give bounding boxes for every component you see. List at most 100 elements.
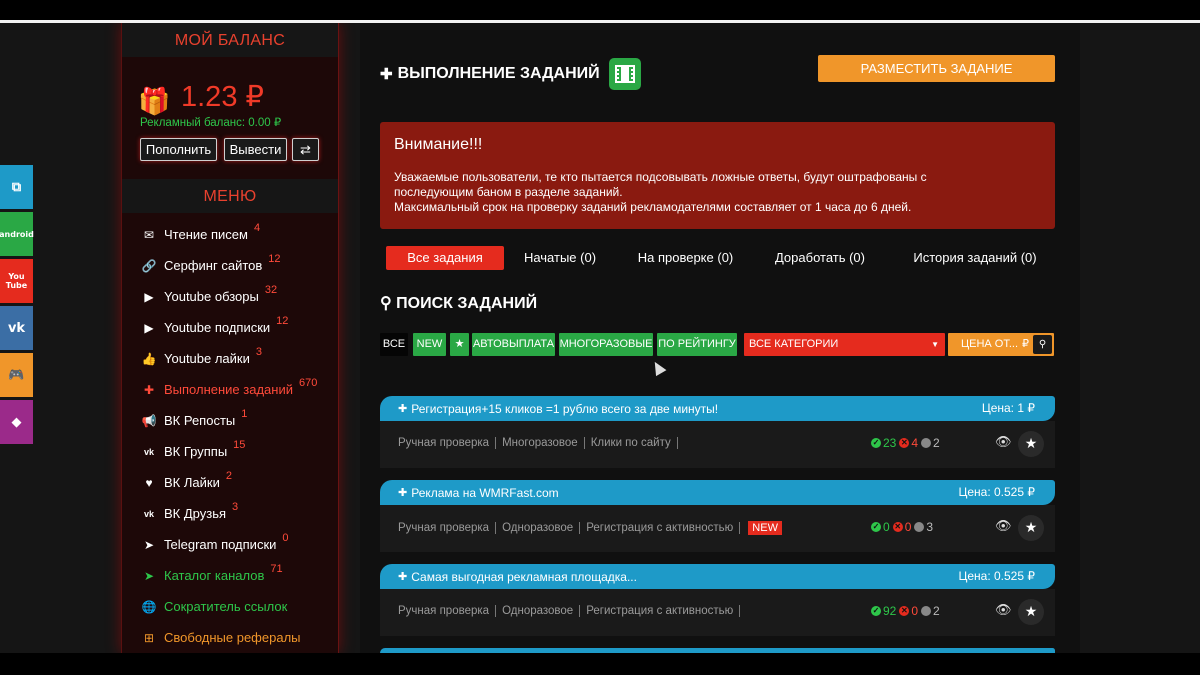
heart-icon: ♥: [145, 475, 153, 490]
task-title[interactable]: Реклама на WMRFast.com: [411, 486, 558, 500]
hide-eye-icon[interactable]: 👁: [995, 519, 1012, 534]
youtube-icon[interactable]: You Tube: [0, 259, 33, 303]
menu-title: МЕНЮ: [122, 179, 338, 213]
vk-icon: vk: [143, 446, 154, 457]
balance-amount: 1.23 ₽: [181, 81, 264, 113]
tab-history[interactable]: История заданий (0): [895, 246, 1055, 270]
place-task-button[interactable]: РАЗМЕСТИТЬ ЗАДАНИЕ: [818, 55, 1055, 82]
vk-icon[interactable]: vk: [0, 306, 33, 350]
menu-item-surfing[interactable]: 🔗 Серфинг сайтов 12: [122, 250, 338, 281]
menu-item-youtube-subs[interactable]: ▶ Youtube подписки 12: [122, 312, 338, 343]
menu-item-telegram[interactable]: ➤ Telegram подписки 0: [122, 529, 338, 560]
filter-reusable[interactable]: МНОГОРАЗОВЫЕ: [559, 333, 653, 356]
task-header[interactable]: ✚ Регистрация+15 кликов =1 рублю всего з…: [380, 396, 1055, 421]
pending-icon: [921, 438, 932, 448]
filter-by-rating[interactable]: ПО РЕЙТИНГУ: [657, 333, 737, 356]
task-title[interactable]: Регистрация+15 кликов =1 рублю всего за …: [411, 402, 718, 416]
main-content: ✚ ВЫПОЛНЕНИЕ ЗАДАНИЙ РАЗМЕСТИТЬ ЗАДАНИЕ …: [360, 23, 1080, 653]
notice-line: Уважаемые пользователи, те кто пытается …: [394, 170, 927, 184]
menu-item-vk-groups[interactable]: vk ВК Группы 15: [122, 436, 338, 467]
tab-on-review[interactable]: На проверке (0): [628, 246, 743, 270]
task-price: Цена: 0.525 ₽: [958, 569, 1035, 583]
puzzle-icon: ✚: [398, 571, 408, 583]
sitemap-icon: ⊞: [143, 630, 155, 645]
task-card[interactable]: ✚ Реклама на WMRFast.com Цена: 0.525 ₽ Р…: [380, 480, 1055, 552]
filter-new[interactable]: NEW: [413, 333, 446, 356]
film-icon[interactable]: [608, 58, 641, 90]
task-header[interactable]: ✚ Реклама на WMRFast.com Цена: 0.525 ₽: [380, 480, 1055, 505]
favorite-star-icon[interactable]: ★: [1018, 431, 1044, 457]
mouse-cursor: [649, 358, 667, 377]
exchange-button[interactable]: ⇄: [292, 138, 319, 161]
pending-icon: [914, 522, 925, 532]
menu-item-tasks[interactable]: ✚ Выполнение заданий 670: [122, 374, 338, 405]
android-icon[interactable]: android: [0, 212, 34, 256]
withdraw-button[interactable]: Вывести: [224, 138, 287, 161]
menu-item-mail[interactable]: ✉ Чтение писем 4: [122, 219, 338, 250]
balance-title: МОЙ БАЛАНС: [122, 23, 338, 57]
filter-all[interactable]: ВСЕ: [380, 333, 408, 356]
notice-title: Внимание!!!: [394, 136, 483, 153]
task-tags: Ручная проверка Многоразовое Клики по са…: [398, 437, 684, 449]
puzzle-icon: ✚: [143, 382, 155, 397]
youtube-icon: ▶: [144, 320, 154, 335]
menu-item-vk-friends[interactable]: vk ВК Друзья 3: [122, 498, 338, 529]
menu-item-channel-catalog[interactable]: ➤ Каталог каналов 71: [122, 560, 338, 591]
ad-balance: Рекламный баланс: 0.00 ₽: [140, 117, 282, 129]
menu-item-link-shortener[interactable]: 🌐 Сократитель ссылок: [122, 591, 338, 622]
favorite-star-icon[interactable]: ★: [1018, 515, 1044, 541]
topup-button[interactable]: Пополнить: [140, 138, 217, 161]
envelope-icon: ✉: [143, 227, 155, 242]
youtube-icon: ▶: [144, 289, 154, 304]
hide-eye-icon[interactable]: 👁: [995, 435, 1012, 450]
balance-panel: 🎁 1.23 ₽ Рекламный баланс: 0.00 ₽ Пополн…: [122, 57, 338, 179]
task-title[interactable]: Самая выгодная рекламная площадка...: [411, 570, 637, 584]
megaphone-icon: 📢: [141, 413, 157, 428]
hide-eye-icon[interactable]: 👁: [995, 603, 1012, 618]
filter-autopay[interactable]: АВТОВЫПЛАТА: [472, 333, 555, 356]
task-tags: Ручная проверка Одноразовое Регистрация …: [398, 605, 746, 617]
menu-item-free-referrals[interactable]: ⊞ Свободные рефералы: [122, 622, 338, 653]
page-title: ✚ ВЫПОЛНЕНИЕ ЗАДАНИЙ: [380, 58, 641, 90]
screen: ⧉ android You Tube vk 🎮 ◆ МОЙ БАЛАНС 🎁 1…: [0, 23, 1200, 653]
warning-notice: Внимание!!! Уважаемые пользователи, те к…: [380, 122, 1055, 229]
windows-icon[interactable]: ⧉: [0, 165, 33, 209]
puzzle-icon: ✚: [380, 66, 393, 83]
video-top-bar: [0, 0, 1200, 22]
filter-star[interactable]: ★: [450, 333, 469, 356]
tab-started[interactable]: Начатые (0): [510, 246, 610, 270]
tab-all-tasks[interactable]: Все задания: [386, 246, 504, 270]
price-filter[interactable]: ЦЕНА ОТ... ₽ ⚲: [948, 333, 1054, 356]
new-badge: NEW: [748, 521, 782, 535]
check-icon: ✓: [871, 522, 881, 532]
pending-icon: [921, 606, 932, 616]
task-card[interactable]: ✚ Самая выгодная рекламная площадка... Ц…: [380, 564, 1055, 636]
cross-icon: ✕: [899, 438, 910, 448]
favorite-star-icon[interactable]: ★: [1018, 599, 1044, 625]
puzzle-icon: ✚: [398, 403, 408, 415]
diamond-icon[interactable]: ◆: [0, 400, 33, 444]
search-icon[interactable]: ⚲: [1033, 335, 1052, 354]
notice-line: последующим баном в разделе заданий.: [394, 185, 623, 199]
sidebar: МОЙ БАЛАНС 🎁 1.23 ₽ Рекламный баланс: 0.…: [121, 23, 339, 653]
task-price: Цена: 0.525 ₽: [958, 485, 1035, 499]
filter-bar: ВСЕ NEW ★ АВТОВЫПЛАТА МНОГОРАЗОВЫЕ ПО РЕ…: [380, 333, 1055, 356]
task-tabs: Все задания Начатые (0) На проверке (0) …: [380, 246, 1055, 270]
puzzle-icon: ✚: [398, 487, 408, 499]
gamepad-icon[interactable]: 🎮: [0, 353, 33, 397]
social-strip: ⧉ android You Tube vk 🎮 ◆: [0, 165, 34, 447]
menu-list: ✉ Чтение писем 4 🔗 Серфинг сайтов 12 ▶ Youtub…: [122, 213, 338, 653]
menu-item-youtube-views[interactable]: ▶ Youtube обзоры 32: [122, 281, 338, 312]
menu-item-vk-reposts[interactable]: 📢 ВК Репосты 1: [122, 405, 338, 436]
link-icon: 🔗: [141, 258, 157, 273]
telegram-icon: ➤: [143, 568, 155, 583]
chevron-down-icon: ▼: [931, 340, 939, 349]
menu-item-vk-likes[interactable]: ♥ ВК Лайки 2: [122, 467, 338, 498]
menu-item-youtube-likes[interactable]: 👍 Youtube лайки 3: [122, 343, 338, 374]
vk-icon: vk: [143, 508, 154, 519]
task-stats: ✓ 23 ✕ 4 2: [871, 436, 940, 450]
task-header[interactable]: ✚ Самая выгодная рекламная площадка... Ц…: [380, 564, 1055, 589]
category-select[interactable]: ВСЕ КАТЕГОРИИ ▼: [744, 333, 945, 356]
task-card[interactable]: ✚ Регистрация+15 кликов =1 рублю всего з…: [380, 396, 1055, 468]
tab-rework[interactable]: Доработать (0): [765, 246, 875, 270]
